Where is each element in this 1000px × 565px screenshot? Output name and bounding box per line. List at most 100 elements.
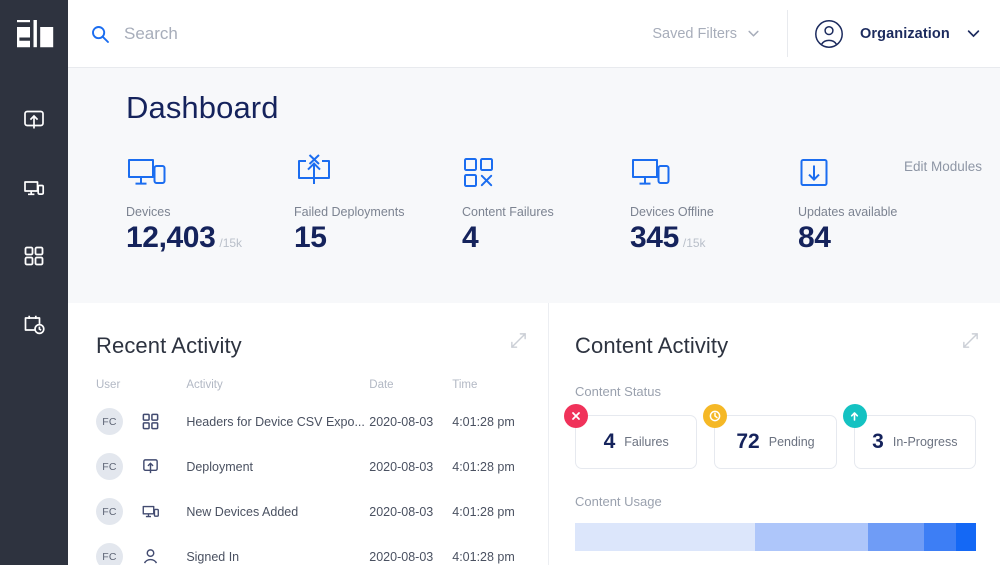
cell-icon [141, 489, 186, 534]
app-root: Saved Filters Organization [0, 0, 1000, 565]
cell-user: FC [96, 534, 141, 565]
content-status-label: Content Status [575, 384, 661, 399]
status-value: 3 [872, 430, 884, 453]
content-usage-bar [575, 523, 976, 551]
status-value: 4 [603, 430, 616, 453]
content-status-cards: 4 Failures 72 Pending 3 In-Progress [564, 404, 976, 469]
sidebar-item-schedule[interactable] [0, 290, 68, 358]
cell-icon [141, 444, 186, 489]
stat-label: Devices Offline [630, 205, 714, 219]
devices-icon [24, 181, 45, 196]
deploy-icon [24, 110, 44, 129]
status-card-pending[interactable]: 72 Pending [703, 404, 837, 469]
sidebar-item-apps[interactable] [0, 222, 68, 290]
stat-sub: /15k [682, 236, 706, 250]
elo-logo-icon [17, 20, 54, 48]
status-value: 72 [736, 430, 760, 453]
organization-label: Organization [860, 25, 950, 42]
stat-sub: /15k [219, 236, 243, 250]
failed-deploy-icon [298, 154, 330, 184]
status-card-in-progress[interactable]: 3 In-Progress [842, 404, 976, 469]
search-icon[interactable] [90, 24, 110, 44]
status-badge-failures [564, 404, 588, 428]
devices-icon [128, 159, 166, 185]
avatar: FC [96, 498, 123, 525]
person-icon [141, 547, 186, 565]
status-card-failures[interactable]: 4 Failures [564, 404, 698, 469]
recent-activity-title: Recent Activity [96, 333, 242, 358]
stat-value: 15 [294, 221, 327, 254]
expand-icon[interactable] [961, 331, 980, 355]
usage-segment[interactable] [755, 523, 868, 551]
expand-arrows-icon [511, 333, 526, 348]
stat-label: Devices [126, 205, 171, 219]
organization-dropdown[interactable] [965, 25, 982, 42]
apps-icon-glyph [143, 413, 159, 430]
deploy-icon [141, 457, 186, 476]
avatar: FC [96, 408, 123, 435]
content-activity-panel: Content Activity Content Status 4 Failur… [548, 303, 1000, 565]
chevron-down-icon [748, 30, 759, 37]
usage-segment[interactable] [955, 523, 976, 551]
table-row[interactable]: FC New Devices Added 2020-08-03 4:01:28 … [96, 489, 524, 534]
cell-time: 4:01:28 pm [452, 549, 515, 564]
cell-icon [141, 399, 186, 444]
content-activity-title: Content Activity [575, 333, 729, 358]
cell-date: 2020-08-03 [369, 504, 434, 519]
updates-icon [800, 159, 828, 186]
avatar[interactable] [812, 17, 846, 51]
search-input[interactable] [124, 23, 524, 44]
saved-filters-dropdown[interactable]: Saved Filters [652, 0, 787, 67]
avatar: FC [96, 453, 123, 480]
content-failure-icon [464, 158, 493, 187]
stat-icon-wrap [126, 148, 294, 190]
stat-value: 345 [630, 221, 679, 254]
table-row[interactable]: FC Deployment 2020-08-03 4:01:28 pm [96, 444, 524, 489]
stat-label: Updates available [798, 205, 898, 219]
expand-icon[interactable] [509, 331, 528, 355]
column-header-user: User [96, 379, 121, 391]
table-row[interactable]: FC Signed In 2020-08-03 4:01:28 pm [96, 534, 524, 565]
stat-card-devices[interactable]: Devices 12,403 /15k [126, 148, 294, 253]
stat-value: 84 [798, 221, 831, 254]
main-column: Saved Filters Organization [68, 0, 1000, 565]
apps-icon [141, 412, 186, 431]
usage-segment[interactable] [575, 523, 756, 551]
arrow-up-icon [851, 411, 859, 421]
status-label: In-Progress [892, 435, 958, 449]
top-bar: Saved Filters Organization [68, 0, 1000, 68]
deploy-icon-glyph [143, 459, 159, 474]
sidebar-item-devices[interactable] [0, 154, 68, 222]
sidebar-item-deploy[interactable] [0, 86, 68, 154]
stat-icon-wrap [294, 148, 462, 190]
usage-segment[interactable] [923, 523, 956, 551]
stat-label: Content Failures [462, 205, 554, 219]
stat-icon-wrap [630, 148, 798, 190]
apps-icon [24, 246, 44, 266]
cell-time: 4:01:28 pm [452, 459, 515, 474]
status-badge-in-progress [842, 404, 867, 428]
avatar: FC [96, 543, 123, 565]
cell-time: 4:01:28 pm [452, 414, 515, 429]
table-row[interactable]: FC Headers for Device CSV Expo... 2020-0… [96, 399, 524, 444]
cell-activity: Headers for Device CSV Expo... [186, 414, 365, 429]
status-badge-pending [703, 404, 728, 428]
cell-user: FC [96, 444, 141, 489]
brand-logo[interactable] [0, 0, 68, 68]
edit-modules-button[interactable]: Edit Modules [904, 159, 982, 174]
content-usage-label: Content Usage [575, 494, 662, 509]
stat-label: Failed Deployments [294, 205, 405, 219]
stat-value: 4 [462, 221, 479, 254]
panels-row: Recent Activity User Activity Date Time … [68, 303, 1000, 565]
cell-user: FC [96, 399, 141, 444]
close-icon [572, 412, 580, 420]
chevron-down-icon [967, 30, 980, 38]
stat-card-failed-deployments[interactable]: Failed Deployments 15 [294, 148, 462, 253]
column-header-activity: Activity [186, 379, 223, 391]
column-header-date: Date [369, 379, 394, 391]
stat-card-devices-offline[interactable]: Devices Offline 345 /15k [630, 148, 798, 253]
cell-activity: Deployment [186, 459, 254, 474]
stat-card-content-failures[interactable]: Content Failures 4 [462, 148, 630, 253]
usage-segment[interactable] [867, 523, 924, 551]
organization-area: Organization [788, 0, 1000, 67]
